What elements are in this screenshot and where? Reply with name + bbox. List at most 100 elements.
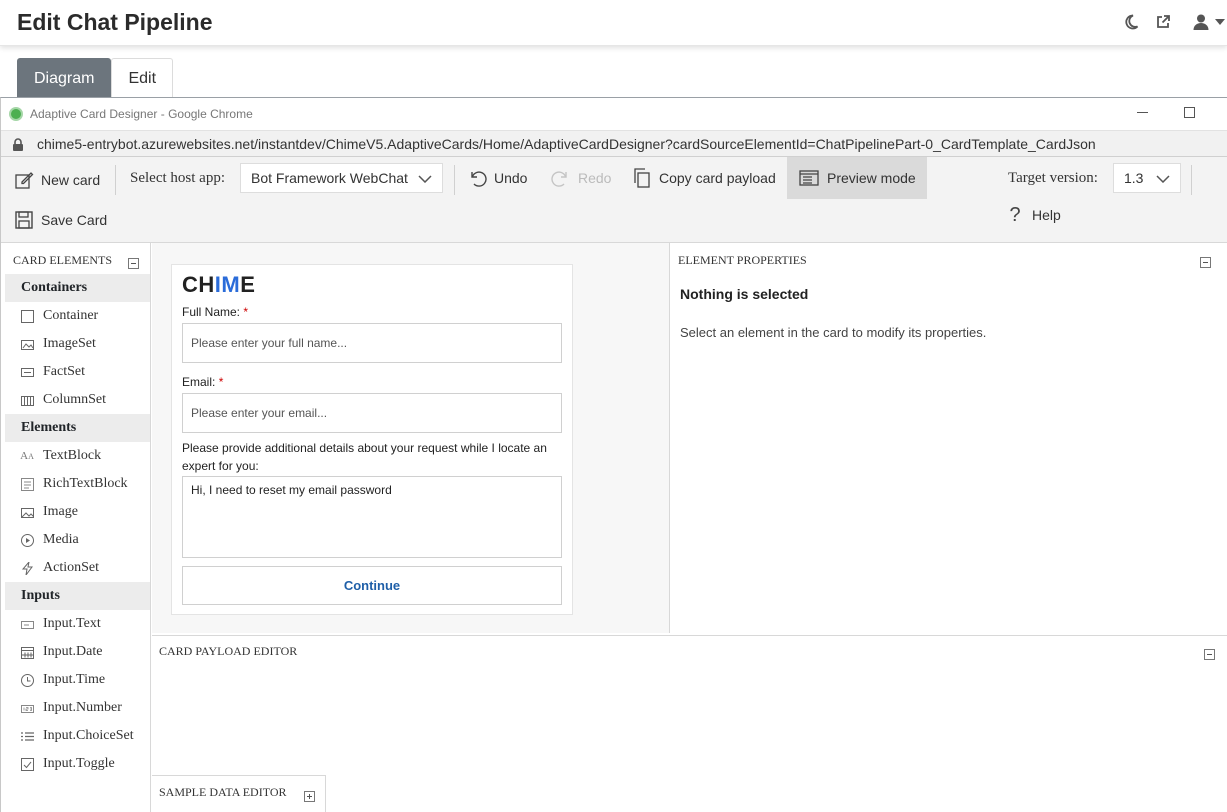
palette-item-media[interactable]: Media [20, 526, 79, 554]
palette-item-factset[interactable]: FactSet [20, 358, 85, 386]
copy-payload-label: Copy card payload [659, 170, 776, 186]
redo-label: Redo [578, 170, 612, 186]
copy-payload-button[interactable]: Copy card payload [631, 163, 776, 193]
minimize-icon[interactable] [1137, 112, 1148, 113]
palette-item-richtextblock[interactable]: RichTextBlock [20, 470, 128, 498]
list-icon [20, 729, 34, 743]
continue-button[interactable]: Continue [182, 566, 562, 605]
card-payload-editor-title: CARD PAYLOAD EDITOR [159, 644, 298, 658]
maximize-icon[interactable] [1184, 107, 1195, 118]
palette-item-label: RichTextBlock [43, 476, 128, 491]
sample-data-editor-title: SAMPLE DATA EDITOR [159, 785, 287, 799]
details-label: Please provide additional details about … [182, 441, 547, 473]
palette-item-columnset[interactable]: ColumnSet [20, 386, 106, 414]
palette-item-input-choiceset[interactable]: Input.ChoiceSet [20, 722, 134, 750]
sample-data-editor: SAMPLE DATA EDITOR [152, 775, 326, 812]
palette-item-container[interactable]: Container [20, 302, 98, 330]
required-marker: * [218, 375, 224, 389]
palette-item-label: Input.Text [43, 616, 101, 631]
email-label: Email: * [182, 375, 223, 389]
external-link-icon[interactable] [1151, 10, 1175, 34]
category-containers: Containers [5, 274, 150, 302]
caret-down-icon[interactable] [1213, 10, 1227, 34]
undo-button[interactable]: Undo [466, 163, 527, 193]
help-label: Help [1032, 207, 1061, 223]
header-icons [1111, 10, 1227, 34]
image-icon [20, 505, 34, 519]
container-icon [20, 309, 34, 323]
preview-mode-label: Preview mode [827, 170, 916, 186]
email-placeholder: Please enter your email... [191, 406, 328, 420]
url-bar[interactable]: chime5-entrybot.azurewebsites.net/instan… [1, 130, 1227, 157]
full-name-placeholder: Please enter your full name... [191, 336, 348, 350]
calendar-icon [20, 645, 34, 659]
toolbar-divider [1191, 165, 1192, 195]
redo-button[interactable]: Redo [550, 163, 611, 193]
toolbar-divider [115, 165, 116, 195]
palette-item-label: Media [43, 532, 79, 547]
palette-item-label: ColumnSet [43, 392, 107, 407]
tab-edit[interactable]: Edit [111, 58, 174, 98]
tab-diagram[interactable]: Diagram [17, 58, 112, 98]
host-app-label: Select host app: [130, 169, 225, 186]
collapse-icon[interactable] [128, 258, 139, 269]
palette-item-input-number[interactable]: Input.Number [20, 694, 122, 722]
url-text[interactable]: chime5-entrybot.azurewebsites.net/instan… [37, 136, 1096, 152]
host-app-value: Bot Framework WebChat [251, 170, 408, 186]
palette-item-imageset[interactable]: ImageSet [20, 330, 96, 358]
palette-item-image[interactable]: Image [20, 498, 78, 526]
palette-item-input-time[interactable]: Input.Time [20, 666, 105, 694]
palette-item-textblock[interactable]: AA TextBlock [20, 442, 101, 470]
save-card-label: Save Card [41, 212, 108, 228]
target-version-label: Target version: [1008, 169, 1098, 186]
save-card-button[interactable]: Save Card [13, 205, 107, 235]
host-app-select[interactable]: Bot Framework WebChat [240, 163, 443, 193]
app-icon [9, 107, 23, 121]
textblock-icon: AA [20, 450, 34, 462]
palette-item-actionset[interactable]: ActionSet [20, 554, 99, 582]
full-name-input[interactable]: Please enter your full name... [182, 323, 562, 363]
tab-bar: Diagram Edit [17, 58, 174, 98]
palette-item-label: Input.Number [43, 700, 122, 715]
lock-icon [12, 138, 24, 157]
card-elements-panel: CARD ELEMENTS Containers Container Image… [1, 243, 151, 812]
palette-item-label: TextBlock [43, 448, 102, 463]
expand-icon[interactable] [304, 791, 315, 802]
nothing-selected-heading: Nothing is selected [680, 286, 809, 302]
browser-titlebar: Adaptive Card Designer - Google Chrome [1, 98, 1227, 130]
collapse-icon[interactable] [1204, 649, 1215, 660]
moon-icon[interactable] [1119, 10, 1143, 34]
email-input[interactable]: Please enter your email... [182, 393, 562, 433]
target-version-value: 1.3 [1124, 170, 1144, 186]
browser-window: Adaptive Card Designer - Google Chrome c… [0, 97, 1227, 812]
app-header: Edit Chat Pipeline [0, 0, 1227, 46]
preview-icon [799, 169, 819, 187]
full-name-label: Full Name: * [182, 305, 248, 319]
new-card-button[interactable]: New card [13, 165, 100, 195]
lightning-icon [20, 561, 34, 575]
number-icon [20, 701, 34, 715]
palette-item-input-date[interactable]: Input.Date [20, 638, 102, 666]
target-version-select[interactable]: 1.3 [1113, 163, 1181, 193]
designer-toolbar: New card Select host app: Bot Framework … [1, 157, 1227, 243]
element-properties-title: ELEMENT PROPERTIES [678, 253, 807, 267]
help-button[interactable]: ? Help [1004, 200, 1061, 230]
redo-icon [550, 167, 572, 189]
details-textarea[interactable]: Hi, I need to reset my email password [182, 476, 562, 558]
user-icon[interactable] [1189, 10, 1213, 34]
collapse-icon[interactable] [1200, 257, 1211, 268]
palette-item-input-toggle[interactable]: Input.Toggle [20, 750, 115, 778]
card-payload-editor[interactable]: CARD PAYLOAD EDITOR [152, 635, 1227, 775]
media-icon [20, 533, 34, 547]
undo-icon [466, 167, 488, 189]
richtextblock-icon [20, 477, 34, 491]
palette-item-label: Input.Date [43, 644, 103, 659]
save-icon [13, 209, 35, 231]
factset-icon [20, 365, 34, 379]
preview-mode-button[interactable]: Preview mode [787, 157, 927, 199]
palette-item-label: FactSet [43, 364, 85, 379]
palette-item-input-text[interactable]: Input.Text [20, 610, 101, 638]
card-elements-title: CARD ELEMENTS [13, 253, 112, 267]
logo-text: CHIME [182, 272, 256, 297]
palette-item-label: ActionSet [43, 560, 99, 575]
